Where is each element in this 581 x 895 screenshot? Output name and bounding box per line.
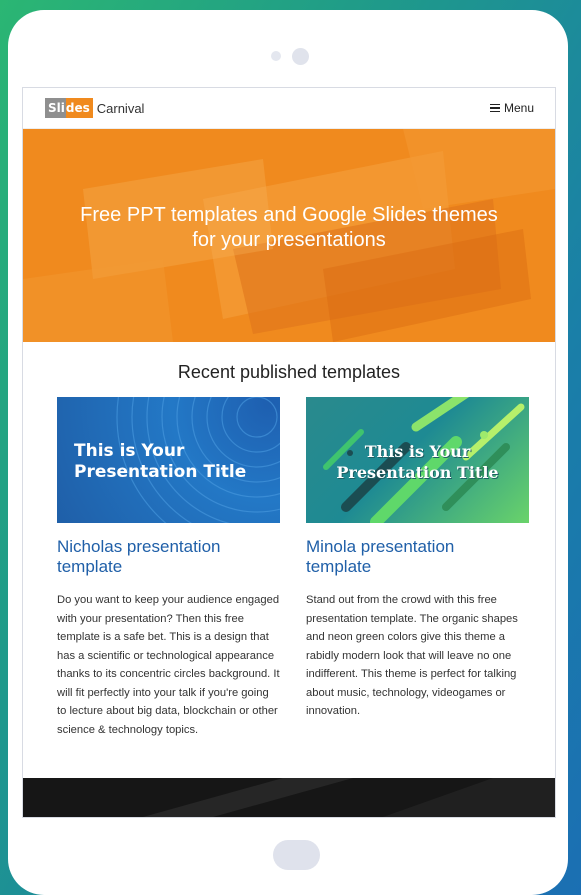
card-title-line1[interactable]: Nicholas presentation: [57, 537, 220, 556]
hero-title-line2: for your presentations: [192, 229, 386, 251]
menu-label: Menu: [503, 101, 534, 115]
card-description-minola: Stand out from the crowd with this free …: [306, 594, 518, 717]
menu-button[interactable]: Menu: [489, 101, 534, 115]
thumbnail-title-line2: Presentation Title: [74, 462, 247, 482]
template-card-minola[interactable]: This is Your Presentation Title Minola p…: [306, 397, 529, 721]
hero-banner: Free PPT templates and Google Slides the…: [23, 129, 555, 342]
dark-section-decoration: [143, 778, 555, 817]
thumbnail-title: This is Your Presentation Title: [306, 441, 529, 483]
hero-title: Free PPT templates and Google Slides the…: [23, 203, 555, 253]
template-thumbnail-minola[interactable]: This is Your Presentation Title: [306, 397, 529, 523]
camera-lens: [292, 48, 309, 65]
card-title-line1[interactable]: Minola presentation: [306, 537, 454, 556]
camera-dot: [271, 51, 281, 61]
template-cards: This is Your Presentation Title Nicholas…: [23, 397, 555, 817]
thumbnail-title-line1: This is Your: [364, 442, 471, 461]
logo-mark: Sli des: [45, 98, 93, 118]
logo-carnival-text: Carnival: [96, 100, 145, 116]
tablet-frame: Sli des Carnival Menu Free PPT templates: [8, 10, 568, 895]
hero-title-line1: Free PPT templates and Google Slides the…: [80, 204, 498, 226]
dark-section-preview: [23, 778, 555, 817]
thumbnail-title-line2: Presentation Title: [336, 463, 499, 482]
tablet-screen: Sli des Carnival Menu Free PPT templates: [22, 87, 556, 818]
logo-slides-part-a: Sli: [45, 98, 66, 118]
card-title-minola[interactable]: Minola presentation template: [306, 537, 529, 577]
card-title-line2[interactable]: template: [306, 557, 371, 576]
logo-slides-part-b: des: [65, 98, 93, 118]
thumbnail-title: This is Your Presentation Title: [74, 441, 246, 483]
home-button[interactable]: [273, 840, 320, 870]
card-title-nicholas[interactable]: Nicholas presentation template: [57, 537, 280, 577]
thumbnail-title-line1: This is Your: [74, 441, 185, 461]
template-thumbnail-nicholas[interactable]: This is Your Presentation Title: [57, 397, 280, 523]
card-description-nicholas: Do you want to keep your audience engage…: [57, 594, 280, 736]
logo[interactable]: Sli des Carnival: [45, 98, 144, 118]
card-title-line2[interactable]: template: [57, 557, 122, 576]
template-card-nicholas[interactable]: This is Your Presentation Title Nicholas…: [57, 397, 280, 739]
section-title: Recent published templates: [177, 362, 401, 382]
navbar: Sli des Carnival Menu: [23, 88, 555, 129]
hamburger-icon: [489, 104, 500, 112]
